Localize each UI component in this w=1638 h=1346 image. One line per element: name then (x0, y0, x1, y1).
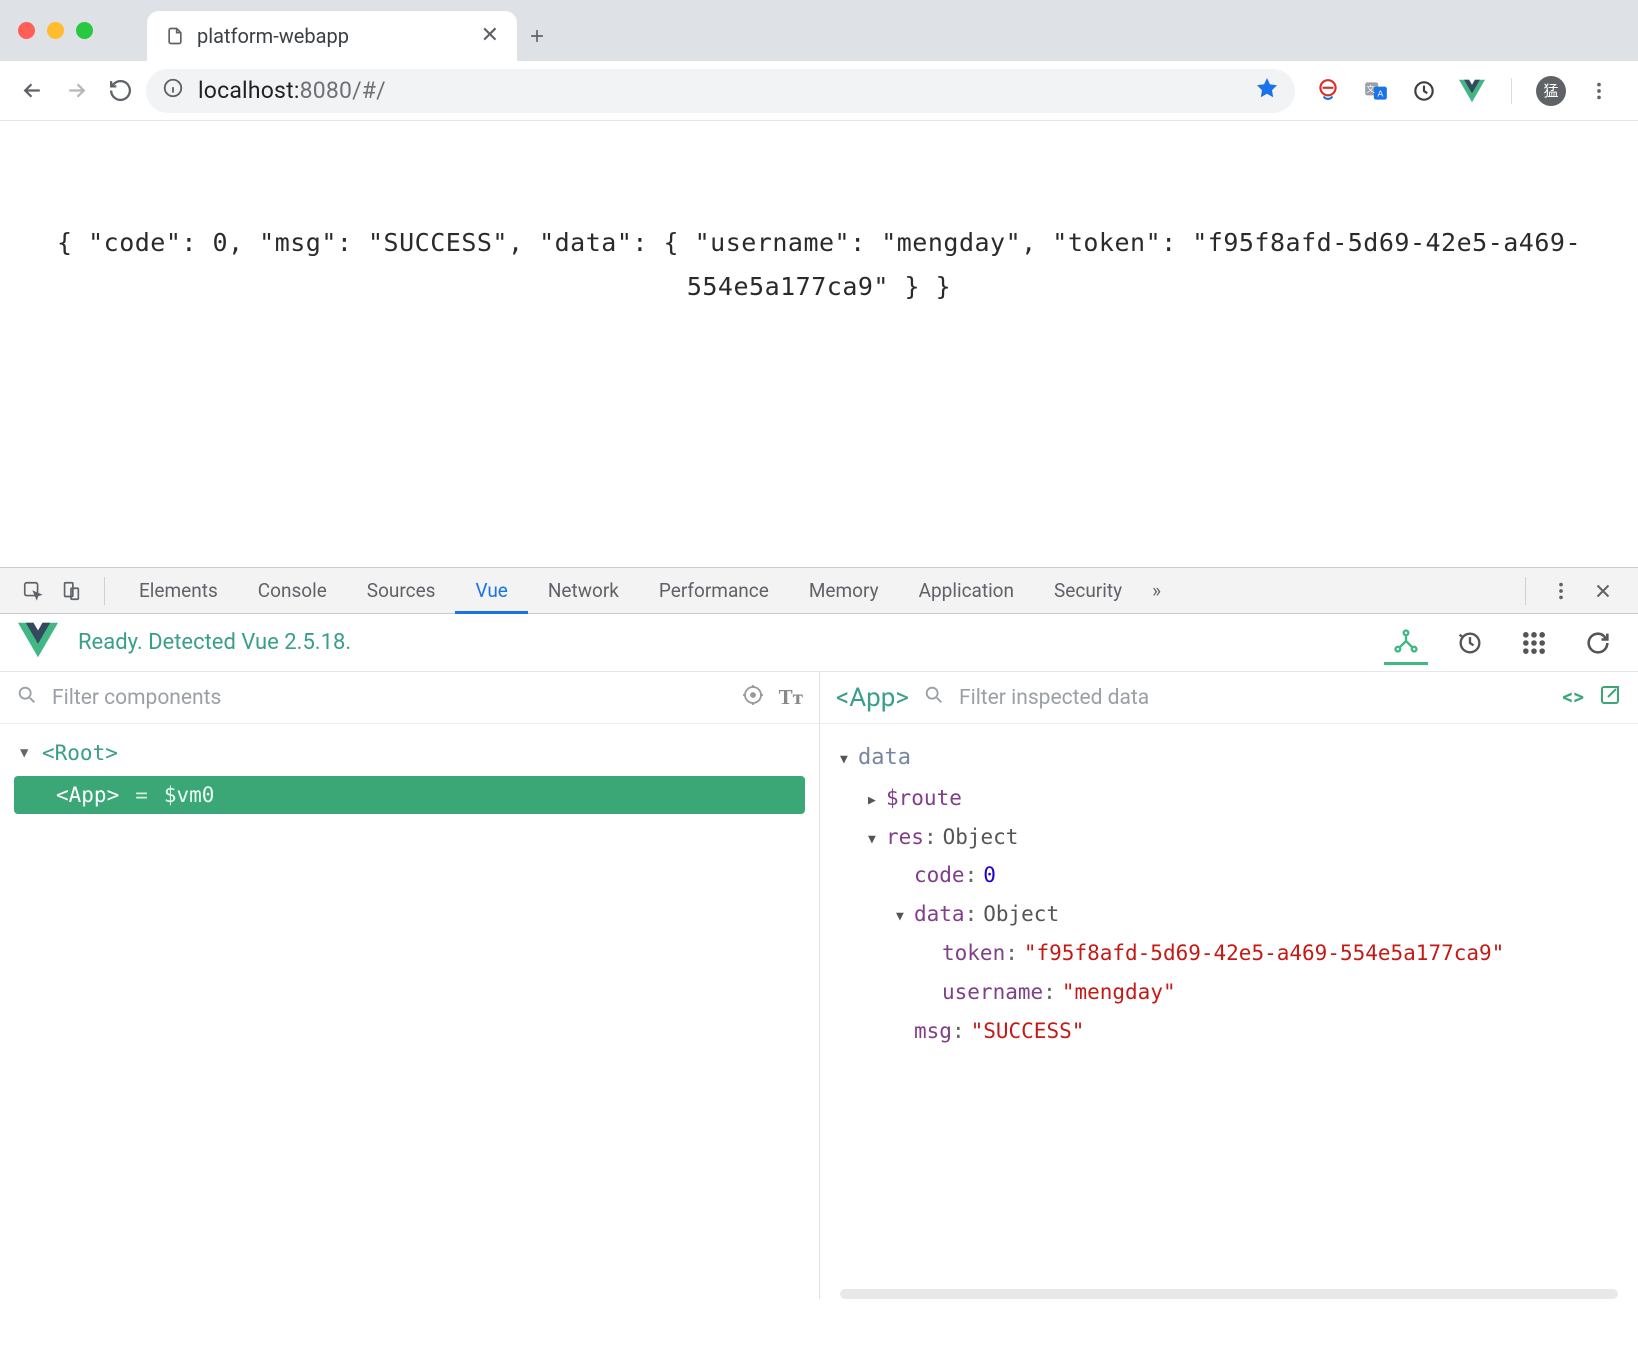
url-text: localhost:8080/#/ (198, 77, 386, 104)
vue-tab-vuex-icon[interactable] (1448, 621, 1492, 665)
devtools-menu-icon[interactable] (1540, 580, 1582, 602)
data-row-msg[interactable]: msg:"SUCCESS" (840, 1012, 1618, 1051)
profile-avatar[interactable]: 猛 (1536, 76, 1566, 106)
page-icon (165, 26, 185, 46)
devtools-tab-security[interactable]: Security (1034, 568, 1142, 614)
page-json-text: { "code": 0, "msg": "SUCCESS", "data": {… (57, 228, 1581, 301)
site-info-icon[interactable] (162, 77, 184, 105)
device-toolbar-icon[interactable] (52, 580, 90, 602)
vue-tab-components-icon[interactable] (1384, 621, 1428, 665)
open-in-editor-icon[interactable] (1598, 683, 1622, 713)
vue-logo-icon (18, 622, 58, 664)
caret-down-icon: ▼ (20, 745, 34, 761)
vue-refresh-icon[interactable] (1576, 621, 1620, 665)
window-traffic-lights (12, 0, 103, 61)
nav-forward-button[interactable] (58, 73, 94, 109)
devtools-tabbar: Elements Console Sources Vue Network Per… (0, 568, 1638, 614)
component-filter-row: Filter components Tᴛ (0, 672, 819, 724)
devtools-tab-memory[interactable]: Memory (789, 568, 899, 614)
nav-back-button[interactable] (14, 73, 50, 109)
window-zoom-dot[interactable] (76, 22, 93, 39)
extension-icons: 文A 猛 (1303, 76, 1624, 106)
devtools-tabs-overflow-icon[interactable]: » (1142, 579, 1171, 602)
vue-status-text: Ready. Detected Vue 2.5.18. (78, 630, 351, 655)
selected-component-label: <App> (56, 783, 119, 807)
extension-devtools-refresh-icon[interactable] (1409, 76, 1439, 106)
search-icon (16, 684, 38, 712)
data-inspector-pane: <App> Filter inspected data <> ▼data ▶$r… (820, 672, 1638, 1299)
tab-close-icon[interactable]: ✕ (481, 25, 499, 47)
current-component-label: <App> (836, 683, 909, 713)
format-case-icon[interactable]: Tᴛ (779, 685, 803, 710)
devtools-tab-application[interactable]: Application (899, 568, 1034, 614)
window-close-dot[interactable] (18, 22, 35, 39)
data-row-username[interactable]: username:"mengday" (840, 973, 1618, 1012)
tab-title: platform-webapp (197, 24, 469, 48)
extension-vue-icon[interactable] (1457, 76, 1487, 106)
data-row-code[interactable]: code:0 (840, 856, 1618, 895)
devtools-tab-sources[interactable]: Sources (347, 568, 456, 614)
search-icon (923, 684, 945, 712)
vue-devtools-header: Ready. Detected Vue 2.5.18. (0, 614, 1638, 672)
devtools-close-icon[interactable] (1582, 580, 1624, 602)
data-row-route[interactable]: ▶$route (840, 779, 1618, 818)
extension-adblock-icon[interactable] (1313, 76, 1343, 106)
browser-tabstrip: platform-webapp ✕ (0, 0, 1638, 61)
data-row-res[interactable]: ▼res:Object (840, 818, 1618, 857)
component-filter-input[interactable]: Filter components (52, 686, 727, 710)
data-row-token[interactable]: token:"f95f8afd-5d69-42e5-a469-554e5a177… (840, 934, 1618, 973)
vue-tab-events-icon[interactable] (1512, 621, 1556, 665)
inspect-dom-icon[interactable]: <> (1562, 686, 1584, 710)
element-picker-icon[interactable] (14, 580, 52, 602)
nav-reload-button[interactable] (102, 73, 138, 109)
devtools-panel: Elements Console Sources Vue Network Per… (0, 567, 1638, 1299)
devtools-tab-console[interactable]: Console (238, 568, 347, 614)
vue-inspector-panes: Filter components Tᴛ ▼ <Root> <App> = $v… (0, 672, 1638, 1299)
devtools-tab-vue[interactable]: Vue (455, 568, 527, 614)
toolbar-separator (1511, 78, 1512, 104)
data-section-header[interactable]: ▼data (840, 738, 1618, 779)
page-content: { "code": 0, "msg": "SUCCESS", "data": {… (0, 121, 1638, 567)
component-tree-pane: Filter components Tᴛ ▼ <Root> <App> = $v… (0, 672, 820, 1299)
browser-toolbar: localhost:8080/#/ 文A 猛 (0, 61, 1638, 121)
selected-vm-var: $vm0 (164, 783, 215, 807)
svg-text:A: A (1377, 88, 1383, 98)
component-tree: ▼ <Root> <App> = $vm0 (0, 724, 819, 828)
browser-tab-active[interactable]: platform-webapp ✕ (147, 11, 517, 61)
tree-selected-row[interactable]: <App> = $vm0 (14, 776, 805, 814)
devtools-tab-elements[interactable]: Elements (119, 568, 238, 614)
root-component-label: <Root> (42, 741, 118, 765)
data-filter-row: <App> Filter inspected data <> (820, 672, 1638, 724)
window-minimize-dot[interactable] (47, 22, 64, 39)
devtools-tab-performance[interactable]: Performance (639, 568, 789, 614)
devtools-tab-network[interactable]: Network (528, 568, 639, 614)
tree-root-row[interactable]: ▼ <Root> (10, 734, 809, 772)
horizontal-scrollbar[interactable] (840, 1289, 1618, 1299)
bookmark-star-icon[interactable] (1255, 76, 1279, 106)
browser-menu-button[interactable] (1584, 76, 1614, 106)
data-row-data[interactable]: ▼data:Object (840, 895, 1618, 934)
data-tree: ▼data ▶$route ▼res:Object code:0 ▼data:O… (820, 724, 1638, 1071)
data-filter-input[interactable]: Filter inspected data (959, 686, 1548, 710)
svg-text:文: 文 (1366, 83, 1375, 94)
extension-translate-icon[interactable]: 文A (1361, 76, 1391, 106)
select-in-page-icon[interactable] (741, 683, 765, 713)
new-tab-button[interactable] (517, 11, 557, 61)
address-bar[interactable]: localhost:8080/#/ (146, 69, 1295, 113)
